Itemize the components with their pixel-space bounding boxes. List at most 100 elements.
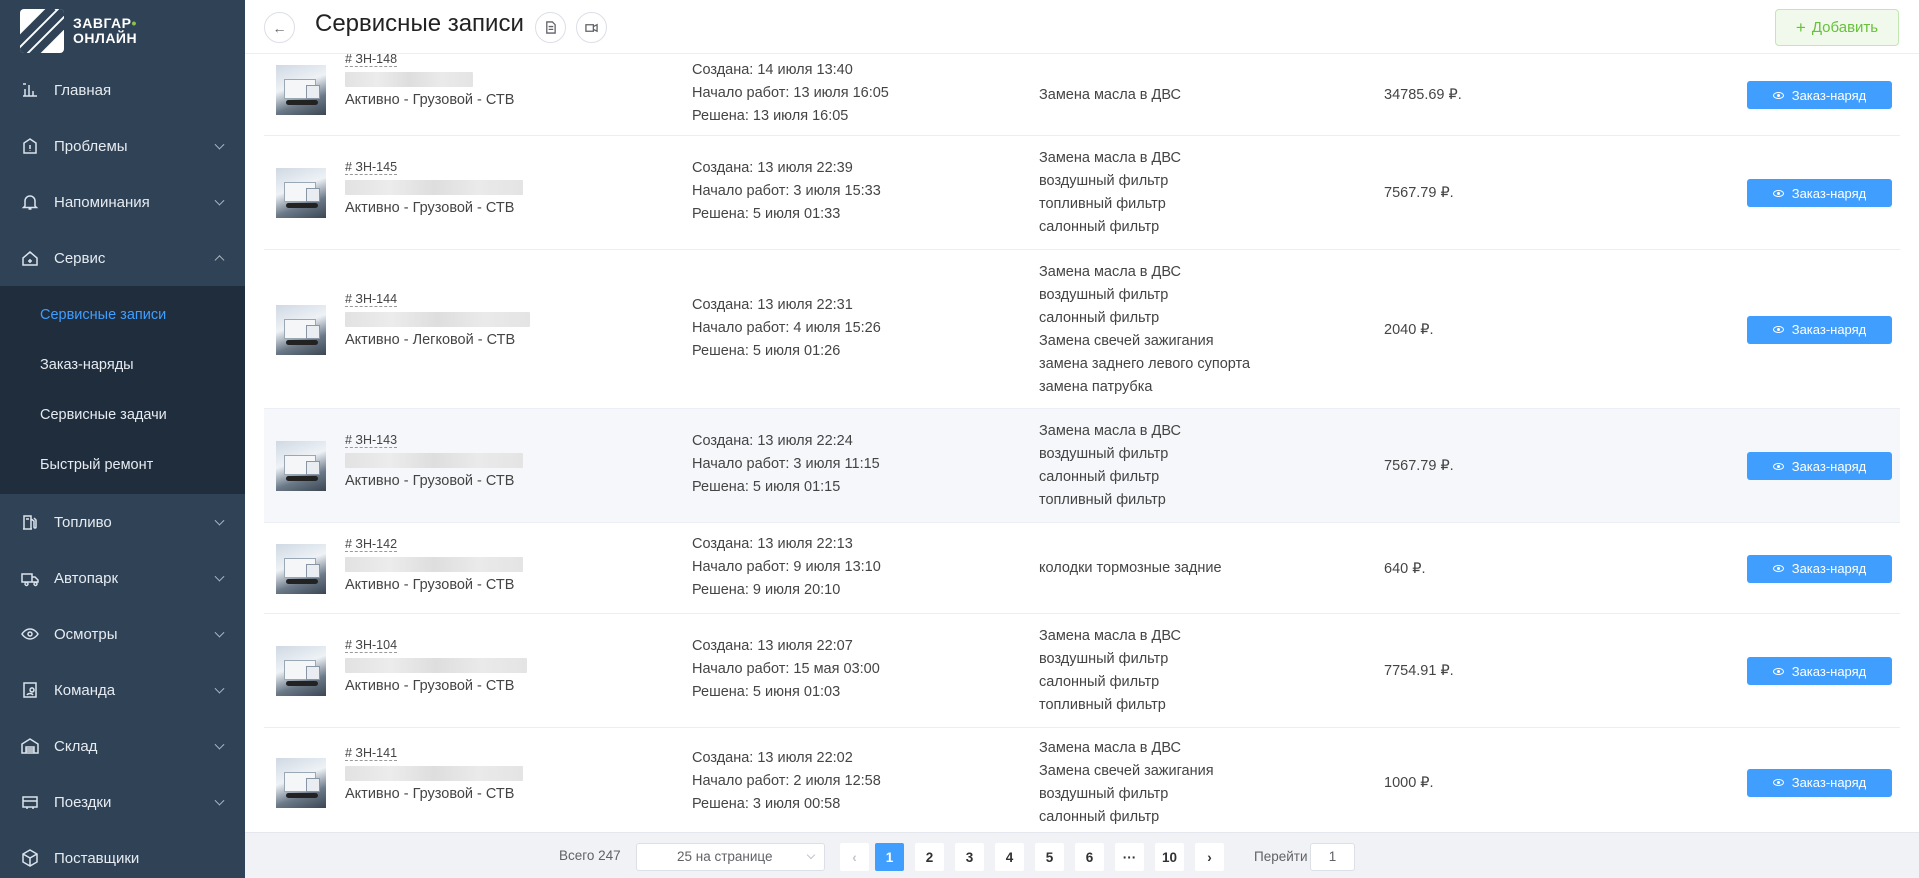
submenu-item-0[interactable]: Сервисные записи [0,290,245,340]
sidebar-item-9[interactable]: Поездки [0,774,245,830]
add-button[interactable]: + Добавить [1775,9,1899,46]
work-order-button[interactable]: Заказ-наряд [1747,452,1892,480]
sidebar-item-label: Автопарк [54,569,119,587]
vehicle-photo[interactable] [276,65,326,115]
team-icon [20,680,40,700]
sidebar-item-7[interactable]: Команда [0,662,245,718]
video-button[interactable] [576,12,607,43]
page-button-4[interactable]: 4 [995,843,1024,871]
work-order-button-label: Заказ-наряд [1791,322,1867,337]
work-order-button[interactable]: Заказ-наряд [1747,768,1892,797]
order-number[interactable]: # ЗН-104 [345,638,398,653]
sidebar-item-0[interactable]: Главная [0,62,245,118]
vehicle-cell: # ЗН-145 Активно - Грузовой - СТВ [345,158,523,218]
table-row[interactable]: # ЗН-148 Активно - Грузовой - СТВ Создана:… [264,52,1900,136]
order-number[interactable]: # ЗН-143 [345,433,398,448]
prev-page-button[interactable]: ‹ [840,843,869,871]
plus-icon: + [1795,17,1806,37]
logo[interactable]: ЗАВГАР• ОНЛАЙН [0,0,245,62]
chevron-down-icon [214,139,225,150]
vehicle-photo[interactable] [276,543,326,594]
truck-icon [20,568,40,588]
vehicle-photo[interactable] [276,168,326,218]
eye-icon [1772,91,1784,99]
created-date: Создана: 13 июля 22:39 [692,160,853,176]
resolved-date: Решена: 5 июля 01:26 [692,342,841,359]
sidebar-item-1[interactable]: Проблемы [0,118,245,174]
submenu-item-2[interactable]: Сервисные задачи [0,390,245,440]
table-row[interactable]: # ЗН-141 Активно - Грузовой - СТВ Создана:… [264,728,1900,837]
work-order-button-label: Заказ-наряд [1791,561,1867,576]
table-row[interactable]: # ЗН-142 Активно - Грузовой - СТВ Создана:… [264,523,1900,614]
work-item: воздушный фильтр [1039,785,1169,802]
resolved-date: Решена: 5 июля 01:33 [692,206,841,222]
page-size-select[interactable]: 25 на странице [636,843,825,871]
work-order-button-label: Заказ-наряд [1791,663,1867,679]
vehicle-photo[interactable] [276,441,326,491]
goto-page-input[interactable]: 1 [1310,843,1355,871]
vehicle-photo[interactable] [276,757,326,808]
table-row[interactable]: # ЗН-143 Активно - Грузовой - СТВ Создана:… [264,409,1900,523]
work-item: Замена масла в ДВС [1039,423,1182,439]
sidebar-nav: Главная Проблемы Напоминания Сервис Сервисны… [0,62,245,878]
page-button-5[interactable]: 5 [1035,843,1064,871]
page-size-value: 25 на странице [677,849,773,864]
sidebar-item-3[interactable]: Сервис [0,230,245,286]
page-button-3[interactable]: 3 [955,843,984,871]
work-item: Замена свечей зажигания [1039,762,1214,779]
logo-line2: ОНЛАЙН [73,30,138,46]
sidebar-item-10[interactable]: Поставщики [0,830,245,878]
resolved-date: Решена: 9 июля 20:10 [692,581,841,598]
page-button-2[interactable]: 2 [915,843,944,871]
submenu-item-3[interactable]: Быстрый ремонт [0,440,245,490]
order-number[interactable]: # ЗН-141 [345,746,398,761]
work-order-button[interactable]: Заказ-наряд [1747,657,1892,685]
vehicle-status: Активно - Грузовой - СТВ [345,678,515,694]
vehicle-photo[interactable] [276,304,326,355]
work-item: Замена масла в ДВС [1039,150,1182,166]
work-item: Замена масла в ДВС [1039,263,1182,280]
work-order-button[interactable]: Заказ-наряд [1747,315,1892,344]
work-order-button-label: Заказ-наряд [1791,185,1867,201]
order-number[interactable]: # ЗН-144 [345,292,398,307]
created-date: Создана: 13 июля 22:02 [692,749,853,766]
chevron-down-icon [806,850,816,860]
next-page-button[interactable]: › [1195,843,1224,871]
vehicle-photo[interactable] [276,646,326,696]
sidebar-item-8[interactable]: Склад [0,718,245,774]
vehicle-name-blurred [345,453,523,468]
chevron-down-icon [214,627,225,638]
page-button-1[interactable]: 1 [875,843,904,871]
work-item: салонный фильтр [1039,808,1160,825]
resolved-date: Решена: 3 июля 00:58 [692,795,841,812]
order-number[interactable]: # ЗН-142 [345,537,398,552]
start-date: Начало работ: 3 июля 15:33 [692,183,881,199]
sidebar-item-6[interactable]: Осмотры [0,606,245,662]
table-row[interactable]: # ЗН-104 Активно - Грузовой - СТВ Создана:… [264,614,1900,728]
sidebar-item-label: Команда [54,681,116,699]
work-order-button[interactable]: Заказ-наряд [1747,554,1892,583]
page-button-10[interactable]: 10 [1155,843,1184,871]
sidebar-item-2[interactable]: Напоминания [0,174,245,230]
document-icon [546,21,556,34]
vehicle-status: Активно - Грузовой - СТВ [345,577,515,593]
order-number[interactable]: # ЗН-145 [345,160,398,175]
sidebar-item-5[interactable]: Автопарк [0,550,245,606]
table-row[interactable]: # ЗН-145 Активно - Грузовой - СТВ Создана:… [264,136,1900,250]
page-button-6[interactable]: 6 [1075,843,1104,871]
page-button-···[interactable]: ··· [1115,843,1144,871]
eye-icon [1772,462,1784,470]
sidebar-item-label: Склад [54,737,98,755]
back-button[interactable]: ← [264,12,295,43]
service-submenu: Сервисные записи Заказ-наряды Сервисные за… [0,286,245,494]
dashboard-icon [20,80,40,100]
document-button[interactable] [535,12,566,43]
dates-cell: Создана: 13 июля 22:31 Начало работ: 4 ию… [692,294,881,363]
work-order-button[interactable]: Заказ-наряд [1747,81,1892,109]
sidebar-item-4[interactable]: Топливо [0,494,245,550]
submenu-item-1[interactable]: Заказ-наряды [0,340,245,390]
work-order-button[interactable]: Заказ-наряд [1747,179,1892,207]
order-number[interactable]: # ЗН-148 [345,52,398,67]
table-row[interactable]: # ЗН-144 Активно - Легковой - СТВ Создана:… [264,250,1900,409]
work-order-button-label: Заказ-наряд [1791,458,1867,474]
